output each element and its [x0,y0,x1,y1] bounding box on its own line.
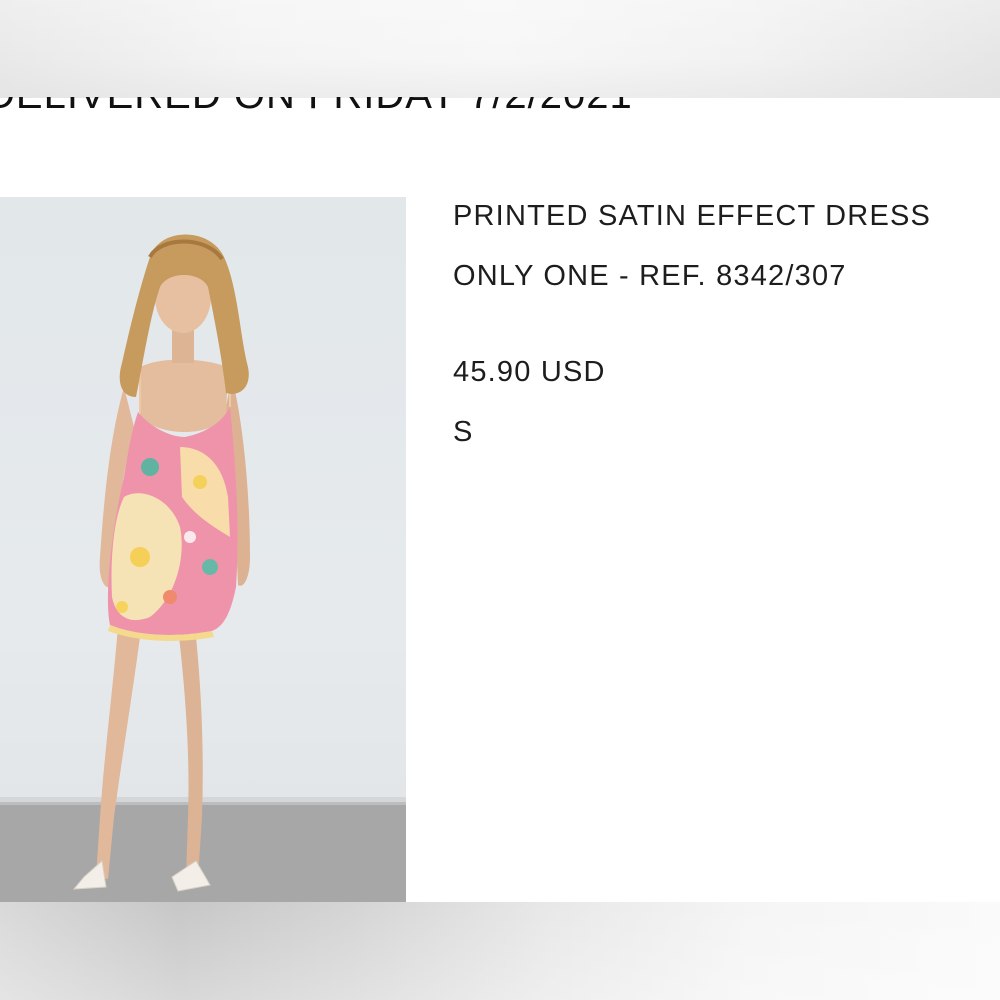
delivery-banner: DELIVERED ON FRIDAY 7/2/2021 [0,97,1000,113]
model-photo [0,234,406,902]
blurred-top-band [0,0,1000,98]
delivery-text: DELIVERED ON FRIDAY 7/2/2021 [0,97,633,113]
blurred-bottom-band [0,902,1000,1000]
product-name[interactable]: PRINTED SATIN EFFECT DRESS [453,200,931,233]
product-price: 45.90 USD [453,356,606,388]
product-reference: ONLY ONE - REF. 8342/307 [453,260,847,292]
product-image[interactable] [0,197,406,902]
product-size: S [453,416,474,448]
